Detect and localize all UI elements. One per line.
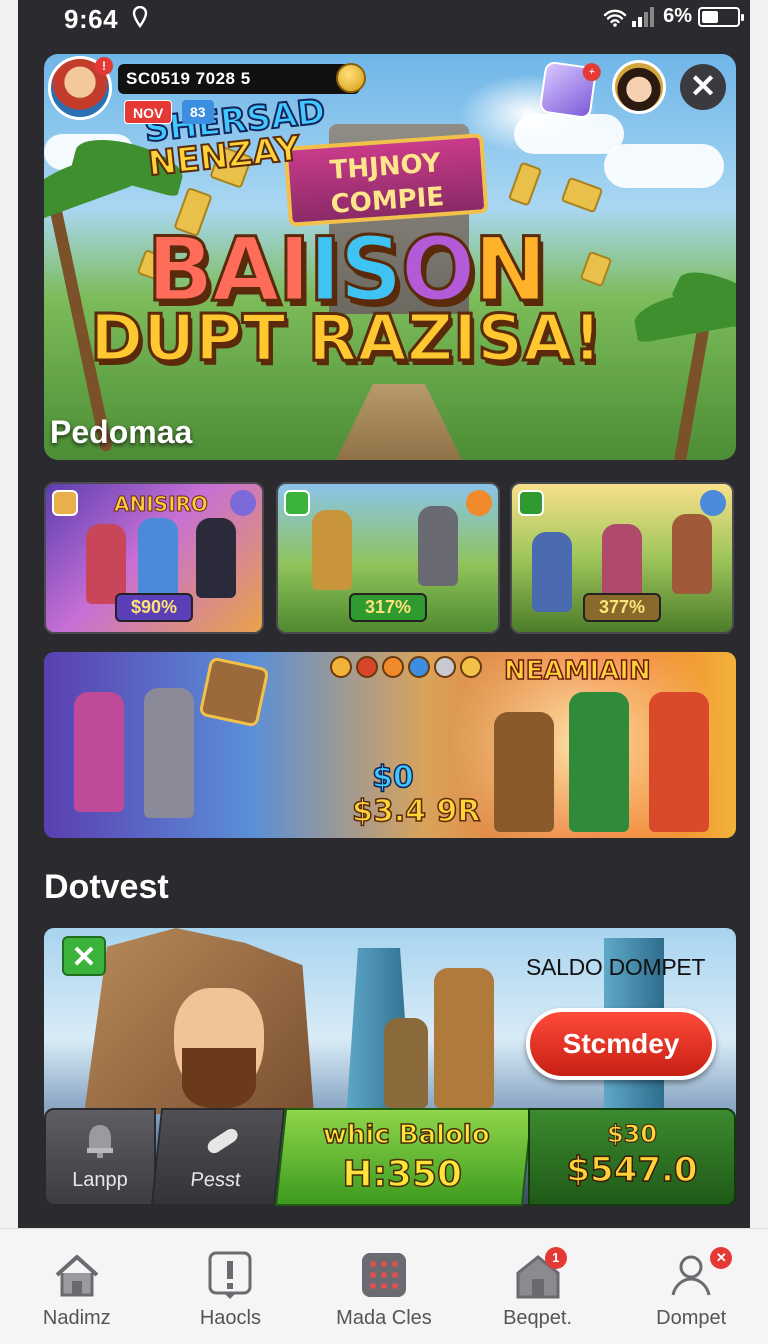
- lamp-label: Lanpp: [72, 1169, 128, 1191]
- hero-subtitle: DUPT RAZISA!: [89, 301, 604, 378]
- location-icon: [132, 5, 148, 34]
- alert-icon: [204, 1249, 256, 1301]
- balance-panel: whic Balolo H:350: [274, 1108, 534, 1206]
- hero-caption: Pedomaa: [50, 414, 193, 450]
- status-icons: 6%: [603, 5, 744, 28]
- section-title: Dotvest: [44, 868, 169, 906]
- banner-tag: NEAMIAIN: [503, 655, 651, 687]
- cta-button[interactable]: Stcmdey: [526, 1008, 716, 1080]
- nav-label: Beqpet.: [503, 1307, 573, 1329]
- friend-avatar[interactable]: [612, 60, 666, 114]
- card-badge: $90%: [114, 593, 194, 622]
- nav-item-home[interactable]: Nadimz: [0, 1229, 154, 1344]
- currency-orbs: [330, 656, 482, 678]
- home-icon: [51, 1249, 103, 1301]
- level-tag: 83: [182, 100, 214, 124]
- wallet-total-panel: $30 $547.0: [528, 1108, 736, 1206]
- orb-icon: [230, 490, 256, 516]
- grid-icon: [358, 1249, 410, 1301]
- wallet-label: SALDO DOMPET: [526, 954, 706, 980]
- nav-label: Haocls: [199, 1307, 261, 1329]
- player-avatar[interactable]: !: [48, 56, 113, 120]
- battery-icon: [698, 6, 744, 27]
- gold-orb-icon: [330, 656, 352, 678]
- nav-item-wallet[interactable]: ✕ Dompet: [614, 1229, 768, 1344]
- crate-icon: [198, 656, 270, 728]
- balance-value: H:350: [342, 1153, 463, 1196]
- balance-label: whic Balolo: [322, 1119, 490, 1151]
- nav-label: Dompet: [656, 1307, 727, 1329]
- game-card-2[interactable]: 317%: [276, 482, 500, 634]
- silver-orb-icon: [434, 656, 456, 678]
- blue-orb-icon: [408, 656, 430, 678]
- wallet-total-amount: $547.0: [566, 1149, 699, 1191]
- card-title: ANISIRO: [114, 492, 209, 517]
- nav-label: Mada Cles: [336, 1307, 432, 1329]
- hero-portrait-icon: [52, 490, 78, 516]
- check-icon: [284, 490, 310, 516]
- bottom-nav: Nadimz Haocls Mada Cles 1 Beqpet. ✕ Domp…: [0, 1228, 768, 1344]
- orb-icon: [466, 490, 492, 516]
- player-profile[interactable]: ! SC0519 7028 5 NOV 83: [48, 56, 366, 124]
- bandage-icon: [201, 1122, 239, 1160]
- nav-label: Nadimz: [42, 1307, 111, 1329]
- score-value: SC0519 7028 5: [126, 69, 251, 88]
- hammer-icon: [518, 490, 544, 516]
- game-card-1[interactable]: ANISIRO $90%: [44, 482, 264, 634]
- card-badge: 377%: [582, 593, 662, 622]
- score-display: SC0519 7028 5: [118, 63, 366, 94]
- profile-icon: [665, 1249, 717, 1301]
- red-orb-icon: [356, 656, 378, 678]
- gem-box-icon[interactable]: +: [538, 60, 602, 120]
- close-button[interactable]: ✕: [680, 64, 726, 110]
- status-bar: 9:64 6%: [0, 0, 768, 36]
- wifi-icon: [603, 9, 627, 27]
- banner-amount-2: $3.4 9R: [351, 793, 481, 830]
- wallet-sub-amount: $30: [606, 1120, 658, 1149]
- notification-dot: !: [95, 57, 113, 75]
- yellow-orb-icon: [460, 656, 482, 678]
- new-tag: NOV: [124, 100, 173, 124]
- shop-badge: 1: [544, 1247, 567, 1269]
- game-card-3[interactable]: 377%: [510, 482, 734, 634]
- bell-icon: [83, 1122, 117, 1160]
- globe-icon: [700, 490, 726, 516]
- banner-amount-1: $0: [371, 759, 414, 796]
- coin-icon: [336, 63, 366, 93]
- nav-item-shop[interactable]: 1 Beqpet.: [461, 1229, 615, 1344]
- close-badge-icon: ✕: [710, 1247, 733, 1269]
- nav-item-games[interactable]: Mada Cles: [307, 1229, 461, 1344]
- wallet-bar: Lanpp Pesst whic Balolo H:350 $30 $547.0: [44, 1108, 736, 1206]
- orange-orb-icon: [382, 656, 404, 678]
- phone-screen: 9:64 6% ! SC0519 7028 5 NOV 83 + ✕ THJNO…: [0, 0, 768, 1344]
- paste-button[interactable]: Pesst: [150, 1108, 286, 1206]
- card-badge: 317%: [348, 593, 428, 622]
- dismiss-button[interactable]: ✕: [62, 936, 106, 976]
- paste-label: Pesst: [189, 1169, 242, 1191]
- signal-icon: [631, 6, 657, 27]
- lamp-button[interactable]: Lanpp: [44, 1108, 156, 1206]
- battery-text: 6%: [663, 5, 692, 27]
- status-time: 9:64: [64, 4, 119, 34]
- nav-item-alerts[interactable]: Haocls: [154, 1229, 308, 1344]
